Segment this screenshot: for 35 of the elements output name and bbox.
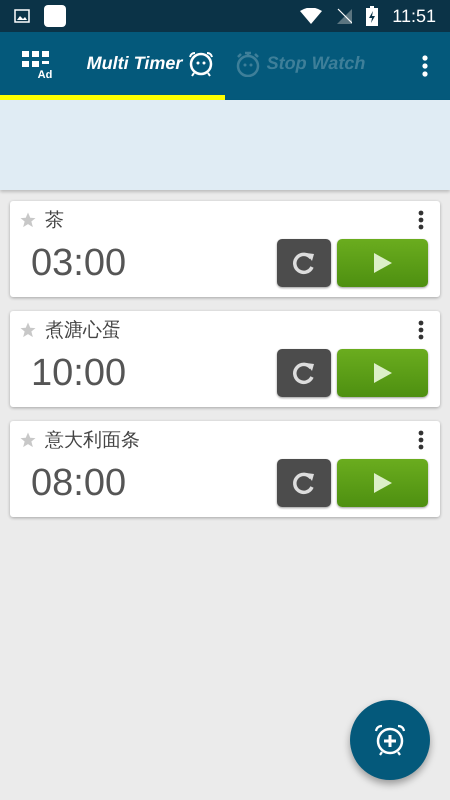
play-icon: [372, 472, 392, 494]
wifi-icon: [300, 8, 322, 24]
star-icon[interactable]: [19, 321, 37, 339]
ad-apps-button[interactable]: Ad: [0, 32, 76, 100]
more-icon[interactable]: [418, 320, 424, 340]
add-timer-button[interactable]: [350, 700, 430, 780]
image-icon: [14, 9, 30, 23]
stopwatch-icon: [234, 50, 261, 76]
alarm-plus-icon: [372, 722, 408, 758]
play-button[interactable]: [337, 349, 428, 397]
timer-name: 意大利面条: [45, 429, 140, 453]
more-icon[interactable]: [418, 430, 424, 450]
reset-button[interactable]: [277, 239, 331, 287]
play-button[interactable]: [337, 459, 428, 507]
reset-icon: [291, 360, 317, 386]
timer-time: 10:00: [31, 352, 126, 394]
reset-button[interactable]: [277, 459, 331, 507]
play-icon: [372, 252, 392, 274]
no-signal-icon: [336, 8, 352, 24]
square-icon: [44, 5, 66, 27]
timer-time: 03:00: [31, 242, 126, 284]
reset-icon: [291, 470, 317, 496]
play-icon: [372, 362, 392, 384]
timer-name: 煮溏心蛋: [45, 319, 121, 343]
more-icon[interactable]: [418, 210, 424, 230]
play-button[interactable]: [337, 239, 428, 287]
star-icon[interactable]: [19, 211, 37, 229]
reset-icon: [291, 250, 317, 276]
reset-button[interactable]: [277, 349, 331, 397]
clock: 11:51: [392, 6, 436, 26]
alarm-clock-icon: [188, 50, 214, 76]
timer-time: 08:00: [31, 462, 126, 504]
timer-name: 茶: [45, 209, 64, 233]
star-icon[interactable]: [19, 431, 37, 449]
battery-icon: [366, 6, 378, 26]
